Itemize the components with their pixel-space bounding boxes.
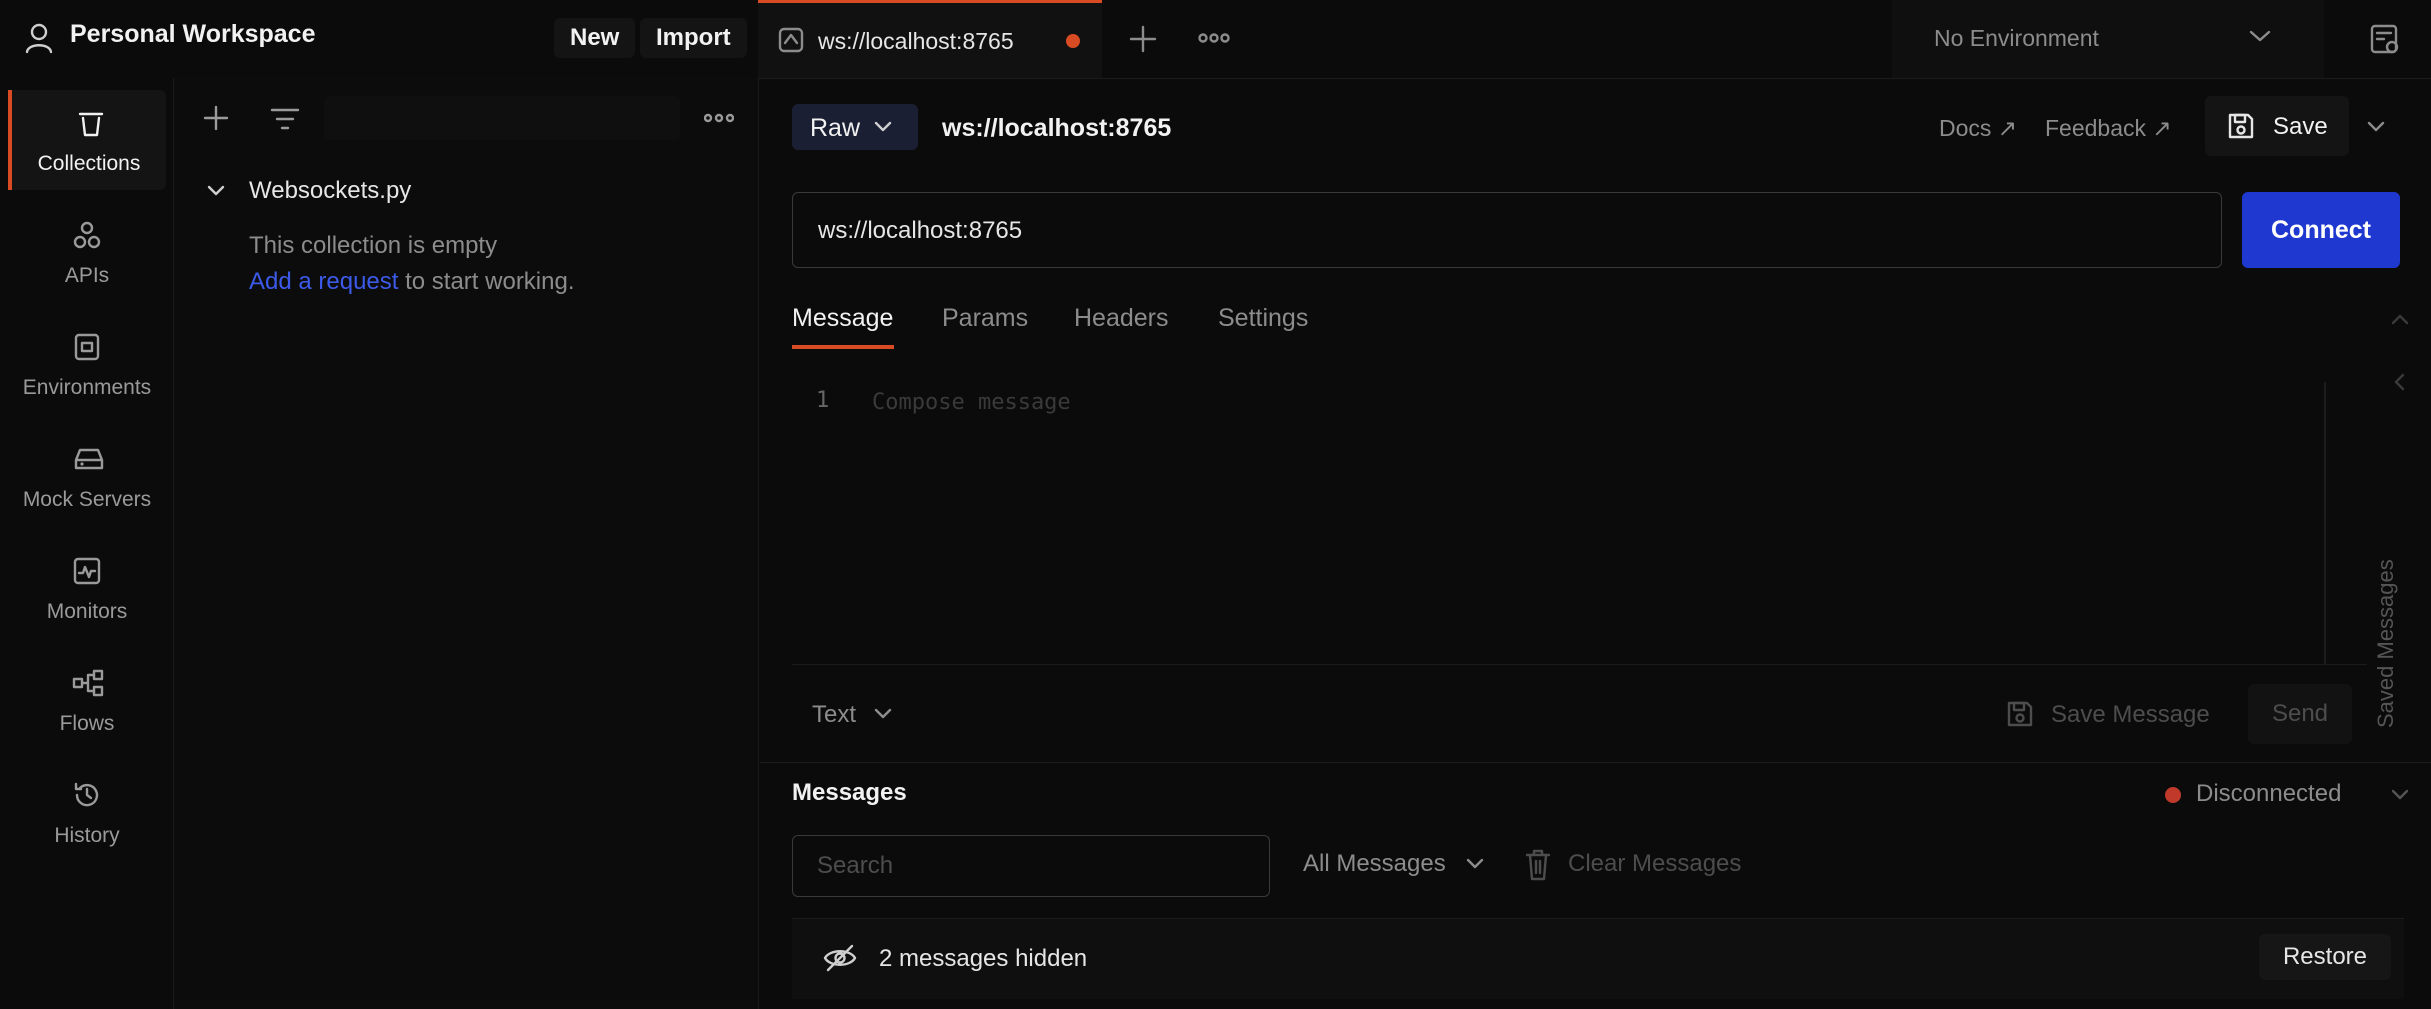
editor-divider <box>792 664 2367 665</box>
save-options-chevron-icon[interactable] <box>2366 120 2386 134</box>
chevron-down-icon <box>1466 858 1484 870</box>
environments-icon <box>72 332 102 362</box>
tab-params[interactable]: Params <box>942 304 1028 333</box>
docs-link[interactable]: Docs ↗ <box>1939 115 2017 142</box>
workspace-title[interactable]: Personal Workspace <box>70 20 315 49</box>
chevron-down-icon <box>206 184 226 198</box>
filter-icon[interactable] <box>270 106 300 132</box>
url-value: ws://localhost:8765 <box>818 217 1023 244</box>
tab-label: ws://localhost:8765 <box>818 28 1014 54</box>
chevron-down-icon <box>2248 28 2272 44</box>
sidebar-item-environments[interactable]: Environments <box>8 314 166 414</box>
add-collection-icon[interactable] <box>202 104 230 132</box>
sidebar-item-flows[interactable]: Flows <box>8 650 166 750</box>
collections-icon <box>76 108 106 138</box>
collection-search-bar[interactable] <box>324 96 680 140</box>
monitors-icon <box>72 556 102 586</box>
save-button[interactable]: Save <box>2205 96 2349 156</box>
save-label: Save <box>2273 113 2328 140</box>
connection-status: Disconnected <box>2196 780 2342 807</box>
hidden-messages-row: 2 messages hidden <box>792 918 2404 999</box>
tab-headers[interactable]: Headers <box>1074 304 1169 333</box>
hidden-messages-text: 2 messages hidden <box>879 945 1088 972</box>
save-icon <box>2227 112 2255 140</box>
user-icon[interactable] <box>24 22 54 54</box>
request-tab[interactable]: ws://localhost:8765 <box>758 0 1102 78</box>
mock-servers-icon <box>72 444 104 474</box>
restore-button[interactable]: Restore <box>2259 934 2391 980</box>
chevron-down-icon <box>874 708 892 720</box>
sidebar-item-label: Collections <box>37 152 141 175</box>
top-bar: Personal Workspace New Import ws://local… <box>0 0 2431 79</box>
messages-title: Messages <box>792 779 907 806</box>
sidebar-item-label: Environments <box>22 376 152 399</box>
sidebar-item-label: Mock Servers <box>22 488 152 511</box>
more-tabs-icon[interactable] <box>1198 28 1230 48</box>
saved-messages-label: Saved Messages <box>2373 559 2398 728</box>
sidebar-item-history[interactable]: History <box>8 762 166 862</box>
collections-panel: Websockets.py This collection is empty A… <box>174 78 759 1009</box>
environment-label: No Environment <box>1934 25 2099 51</box>
add-request-line: Add a request to start working. <box>249 268 575 296</box>
add-tab-icon[interactable] <box>1128 24 1158 54</box>
filter-label: All Messages <box>1303 850 1446 877</box>
mode-selector[interactable]: Raw <box>792 104 918 150</box>
sidebar-item-label: Flows <box>59 712 115 735</box>
format-label: Text <box>812 701 857 728</box>
search-placeholder: Search <box>817 852 894 879</box>
line-number: 1 <box>816 388 830 413</box>
environment-quick-look-icon[interactable] <box>2368 22 2402 56</box>
connect-button[interactable]: Connect <box>2242 192 2400 268</box>
eye-off-icon <box>822 943 858 973</box>
sidebar-item-monitors[interactable]: Monitors <box>8 538 166 638</box>
apis-icon <box>72 220 102 250</box>
tab-settings[interactable]: Settings <box>1218 304 1308 333</box>
request-title[interactable]: ws://localhost:8765 <box>942 114 1171 143</box>
new-button[interactable]: New <box>554 18 636 58</box>
flows-icon <box>72 668 104 698</box>
sidebar-item-apis[interactable]: APIs <box>8 202 166 302</box>
sidebar-item-collections[interactable]: Collections <box>8 90 166 190</box>
sidebar-item-label: History <box>54 824 120 847</box>
active-tab-underline <box>792 345 894 349</box>
editor-scrollbar[interactable] <box>2324 382 2326 664</box>
chevron-down-icon[interactable] <box>2390 788 2410 802</box>
websocket-icon <box>776 25 806 55</box>
format-selector[interactable]: Text <box>792 684 912 744</box>
messages-search-input[interactable]: Search <box>792 835 1270 897</box>
collapse-chevron-icon[interactable] <box>2390 312 2410 326</box>
unsaved-dot <box>1066 34 1080 48</box>
send-button[interactable]: Send <box>2248 684 2352 744</box>
add-request-suffix: to start working. <box>398 268 575 295</box>
messages-divider <box>760 762 2431 763</box>
chevron-down-icon <box>874 121 892 133</box>
add-request-link[interactable]: Add a request <box>249 268 398 295</box>
status-dot <box>2165 787 2181 803</box>
empty-collection-text: This collection is empty <box>249 232 498 259</box>
left-rail: Collections APIs Environments Mock Serve… <box>0 78 174 1009</box>
clear-messages-label: Clear Messages <box>1568 850 1742 877</box>
editor-placeholder: Compose message <box>872 390 1071 415</box>
save-icon <box>2006 700 2034 728</box>
import-button[interactable]: Import <box>640 18 747 58</box>
environment-selector[interactable]: No Environment <box>1892 0 2324 78</box>
saved-messages-tab[interactable]: Saved Messages <box>2373 559 2407 728</box>
sidebar-item-mock-servers[interactable]: Mock Servers <box>8 426 166 526</box>
tab-message[interactable]: Message <box>792 304 893 333</box>
collection-row[interactable]: Websockets.py <box>174 170 758 212</box>
url-input[interactable]: ws://localhost:8765 <box>792 192 2222 268</box>
trash-icon <box>1524 848 1552 882</box>
message-editor[interactable]: 1 Compose message <box>792 370 2367 664</box>
history-icon <box>72 780 102 810</box>
more-options-icon[interactable] <box>704 110 734 126</box>
feedback-link[interactable]: Feedback ↗ <box>2045 115 2172 142</box>
chevron-left-icon[interactable] <box>2392 372 2406 392</box>
sidebar-item-label: APIs <box>64 264 110 287</box>
collection-name: Websockets.py <box>249 177 412 204</box>
mode-label: Raw <box>810 114 861 142</box>
sidebar-item-label: Monitors <box>46 600 128 623</box>
save-message-label: Save Message <box>2051 701 2210 728</box>
